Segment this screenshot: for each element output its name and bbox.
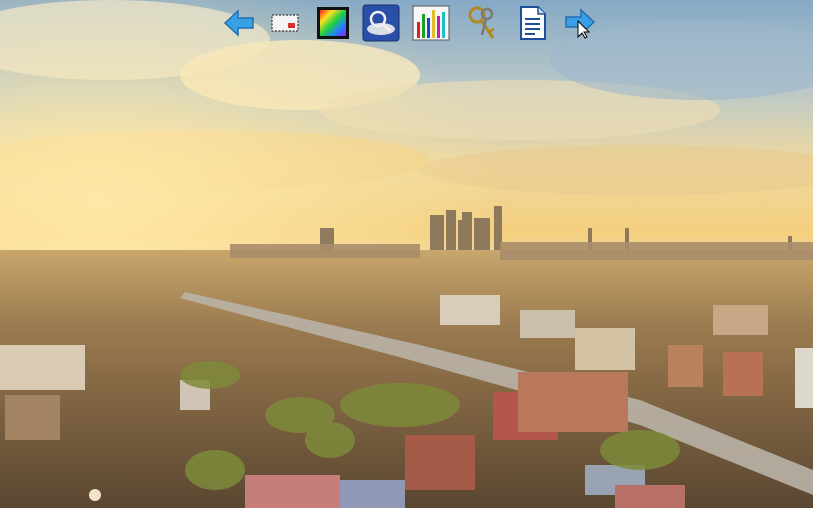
back-arrow-icon [223,8,255,38]
forward-arrow-icon [564,7,598,39]
screen-capture-icon [270,11,300,35]
back-button[interactable] [220,4,258,42]
bar-chart-icon [412,4,450,42]
screen-capture-button[interactable] [266,4,304,42]
forward-button[interactable] [562,4,600,42]
image-search-button[interactable] [362,4,400,42]
document-icon [518,6,548,40]
color-spectrum-button[interactable] [314,4,352,42]
color-spectrum-icon [316,6,350,40]
bar-chart-button[interactable] [412,4,450,42]
document-button[interactable] [514,4,552,42]
image-search-icon [362,4,400,42]
desktop-wallpaper [0,0,813,508]
toolbar [216,0,606,48]
keys-button[interactable] [464,4,502,42]
desktop-screen [0,0,813,508]
keys-icon [467,5,499,41]
